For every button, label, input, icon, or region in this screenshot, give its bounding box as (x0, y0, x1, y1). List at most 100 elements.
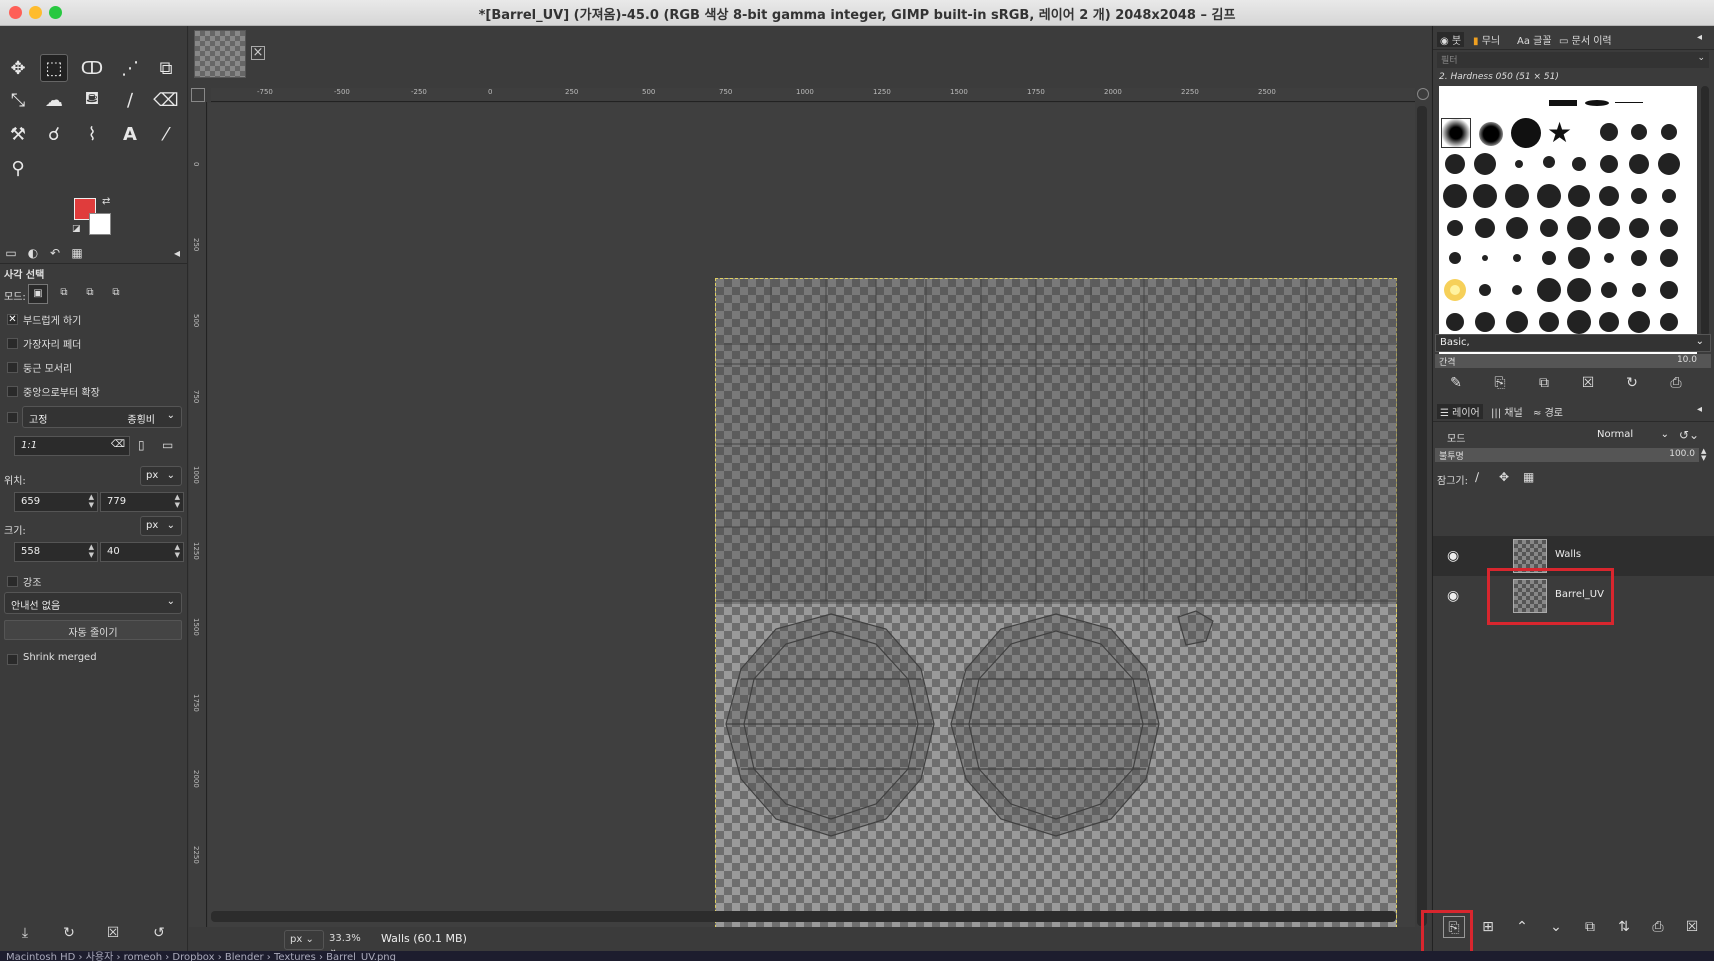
rect-select-tool-icon[interactable]: ⬚ (40, 54, 68, 82)
unit-dropdown[interactable]: px ⌄ (284, 930, 324, 950)
delete-layer-icon[interactable]: ☒ (1681, 916, 1703, 938)
spin-icon[interactable]: ▲ ▼ (175, 493, 180, 509)
vertical-scrollbar[interactable] (1417, 106, 1427, 926)
mode-reset-icon[interactable]: ↺⌄ (1679, 428, 1699, 442)
duplicate-layer-icon[interactable]: ⧉ (1579, 916, 1601, 938)
background-color-swatch[interactable] (89, 213, 111, 235)
tool-options-tab-icon[interactable]: ▭ (2, 246, 20, 262)
rounded-checkbox[interactable] (7, 362, 18, 373)
quick-mask-toggle-icon[interactable] (191, 88, 205, 102)
opacity-slider[interactable]: 불투명 100.0 (1435, 448, 1699, 462)
lock-alpha-icon[interactable]: ▦ (1523, 470, 1534, 484)
position-x-field[interactable]: 659 ▲ ▼ (14, 492, 98, 512)
transform-tool-icon[interactable]: ⤡ (4, 86, 32, 114)
delete-brush-icon[interactable]: ☒ (1577, 372, 1599, 394)
spin-icon[interactable]: ▲ ▼ (89, 493, 94, 509)
duplicate-brush-icon[interactable]: ⧉ (1533, 372, 1555, 394)
auto-shrink-button[interactable]: 자동 줄이기 (4, 620, 182, 640)
size-h-field[interactable]: 40 ▲ ▼ (100, 542, 184, 562)
layer-mode-dropdown[interactable]: Normal ⌄ (1593, 426, 1675, 446)
visibility-eye-icon[interactable]: ◉ (1447, 588, 1459, 604)
save-options-icon[interactable]: ⤓ (14, 922, 36, 944)
smudge-tool-icon[interactable]: ☌ (40, 120, 68, 148)
tab-brushes[interactable]: ◉ 붓 (1437, 32, 1465, 47)
mode-add-icon[interactable]: ⧉ (54, 284, 74, 304)
crop-tool-icon[interactable]: ⧉ (152, 54, 180, 82)
warp-tool-icon[interactable]: ☁ (40, 86, 68, 114)
reset-options-icon[interactable]: ↺ (148, 922, 170, 944)
size-w-field[interactable]: 558 ▲ ▼ (14, 542, 98, 562)
bucket-fill-tool-icon[interactable]: ⛾ (78, 86, 106, 114)
eraser-tool-icon[interactable]: ⌫ (152, 86, 180, 114)
horizontal-scrollbar[interactable] (211, 911, 1396, 922)
text-tool-icon[interactable]: A (116, 120, 144, 148)
device-status-tab-icon[interactable]: ◐ (24, 246, 42, 262)
image-canvas[interactable] (715, 278, 1398, 958)
close-image-icon[interactable]: × (251, 46, 265, 60)
tab-layers[interactable]: ☰ 레이어 (1437, 404, 1483, 419)
brush-grid[interactable]: ★ (1439, 86, 1697, 358)
navigate-icon[interactable] (1417, 88, 1429, 100)
open-brush-icon[interactable]: ⎙ (1665, 372, 1687, 394)
spin-icon[interactable]: ▲ ▼ (175, 543, 180, 559)
raise-layer-icon[interactable]: ⌃ (1511, 916, 1533, 938)
configure-tab-icon[interactable]: ◂ (1697, 404, 1702, 415)
mode-replace-icon[interactable]: ▣ (28, 284, 48, 304)
opacity-spin-icon[interactable]: ▲ ▼ (1701, 448, 1706, 462)
mode-intersect-icon[interactable]: ⧉ (106, 284, 126, 304)
tab-paths[interactable]: ≈ 경로 (1533, 404, 1563, 419)
shrink-merged-checkbox[interactable] (7, 654, 18, 665)
lock-pixels-icon[interactable]: ∕ (1475, 470, 1479, 484)
expand-center-checkbox[interactable] (7, 386, 18, 397)
landscape-icon[interactable]: ▭ (162, 438, 173, 452)
feather-checkbox[interactable] (7, 338, 18, 349)
position-y-field[interactable]: 779 ▲ ▼ (100, 492, 184, 512)
position-unit-dropdown[interactable]: px ⌄ (140, 466, 182, 486)
mode-subtract-icon[interactable]: ⧉ (80, 284, 100, 304)
highlight-checkbox[interactable] (7, 576, 18, 587)
tab-fonts[interactable]: Aa 글꼴 (1517, 32, 1552, 47)
ratio-field[interactable]: 1:1 ⌫ (14, 436, 130, 456)
color-picker-tool-icon[interactable]: ⁄ (152, 120, 180, 148)
spacing-slider[interactable]: 간격 10.0 (1435, 354, 1711, 368)
tab-patterns[interactable]: ▮ 무늬 (1473, 32, 1500, 47)
restore-options-icon[interactable]: ↻ (58, 922, 80, 944)
configure-tab-icon[interactable]: ◂ (168, 246, 186, 262)
lock-position-icon[interactable]: ✥ (1499, 470, 1509, 484)
tab-channels[interactable]: ||| 채널 (1491, 404, 1523, 419)
move-tool-icon[interactable]: ✥ (4, 54, 32, 82)
image-tab-thumbnail[interactable] (194, 30, 246, 78)
default-colors-icon[interactable]: ◪ (72, 224, 81, 234)
brush-scrollbar[interactable] (1701, 86, 1709, 336)
free-select-tool-icon[interactable]: ↀ (78, 54, 106, 82)
clone-tool-icon[interactable]: ⚒ (4, 120, 32, 148)
vertical-ruler[interactable]: 0 250 500 750 1000 1250 1500 1750 2000 2250 (189, 102, 207, 932)
canvas-viewport[interactable] (208, 103, 1415, 958)
antialias-checkbox[interactable]: ✕ (7, 314, 18, 325)
portrait-icon[interactable]: ▯ (138, 438, 145, 452)
new-brush-icon[interactable]: ⎘ (1489, 372, 1511, 394)
delete-options-icon[interactable]: ☒ (102, 922, 124, 944)
fuzzy-select-tool-icon[interactable]: ⋰ (116, 54, 144, 82)
refresh-brushes-icon[interactable]: ↻ (1621, 372, 1643, 394)
brush-tag-dropdown[interactable]: Basic, ⌄ (1435, 334, 1711, 352)
fixed-mode-dropdown[interactable]: 고정 종횡비 ⌄ (22, 406, 182, 428)
clear-icon[interactable]: ⌫ (111, 439, 125, 450)
fixed-checkbox[interactable] (7, 412, 18, 423)
spin-icon[interactable]: ▲ ▼ (89, 543, 94, 559)
layer-mask-icon[interactable]: ⎙ (1647, 916, 1669, 938)
edit-brush-icon[interactable]: ✎ (1445, 372, 1467, 394)
paintbrush-tool-icon[interactable]: ∕ (116, 86, 144, 114)
configure-tab-icon[interactable]: ◂ (1697, 32, 1702, 43)
paths-tool-icon[interactable]: ⌇ (78, 120, 106, 148)
size-unit-dropdown[interactable]: px ⌄ (140, 516, 182, 536)
horizontal-ruler[interactable]: -750 -500 -250 0 250 500 750 1000 1250 1500 1750 20… (211, 88, 1415, 102)
undo-history-tab-icon[interactable]: ↶ (46, 246, 64, 262)
images-tab-icon[interactable]: ▦ (68, 246, 86, 262)
guides-dropdown[interactable]: 안내선 없음 ⌄ (4, 592, 182, 614)
swap-colors-icon[interactable]: ⇄ (102, 196, 110, 207)
tab-document-history[interactable]: ▭ 문서 이력 (1559, 32, 1612, 47)
lower-layer-icon[interactable]: ⌄ (1545, 916, 1567, 938)
new-layer-group-icon[interactable]: ⊞ (1477, 916, 1499, 938)
visibility-eye-icon[interactable]: ◉ (1447, 548, 1459, 564)
